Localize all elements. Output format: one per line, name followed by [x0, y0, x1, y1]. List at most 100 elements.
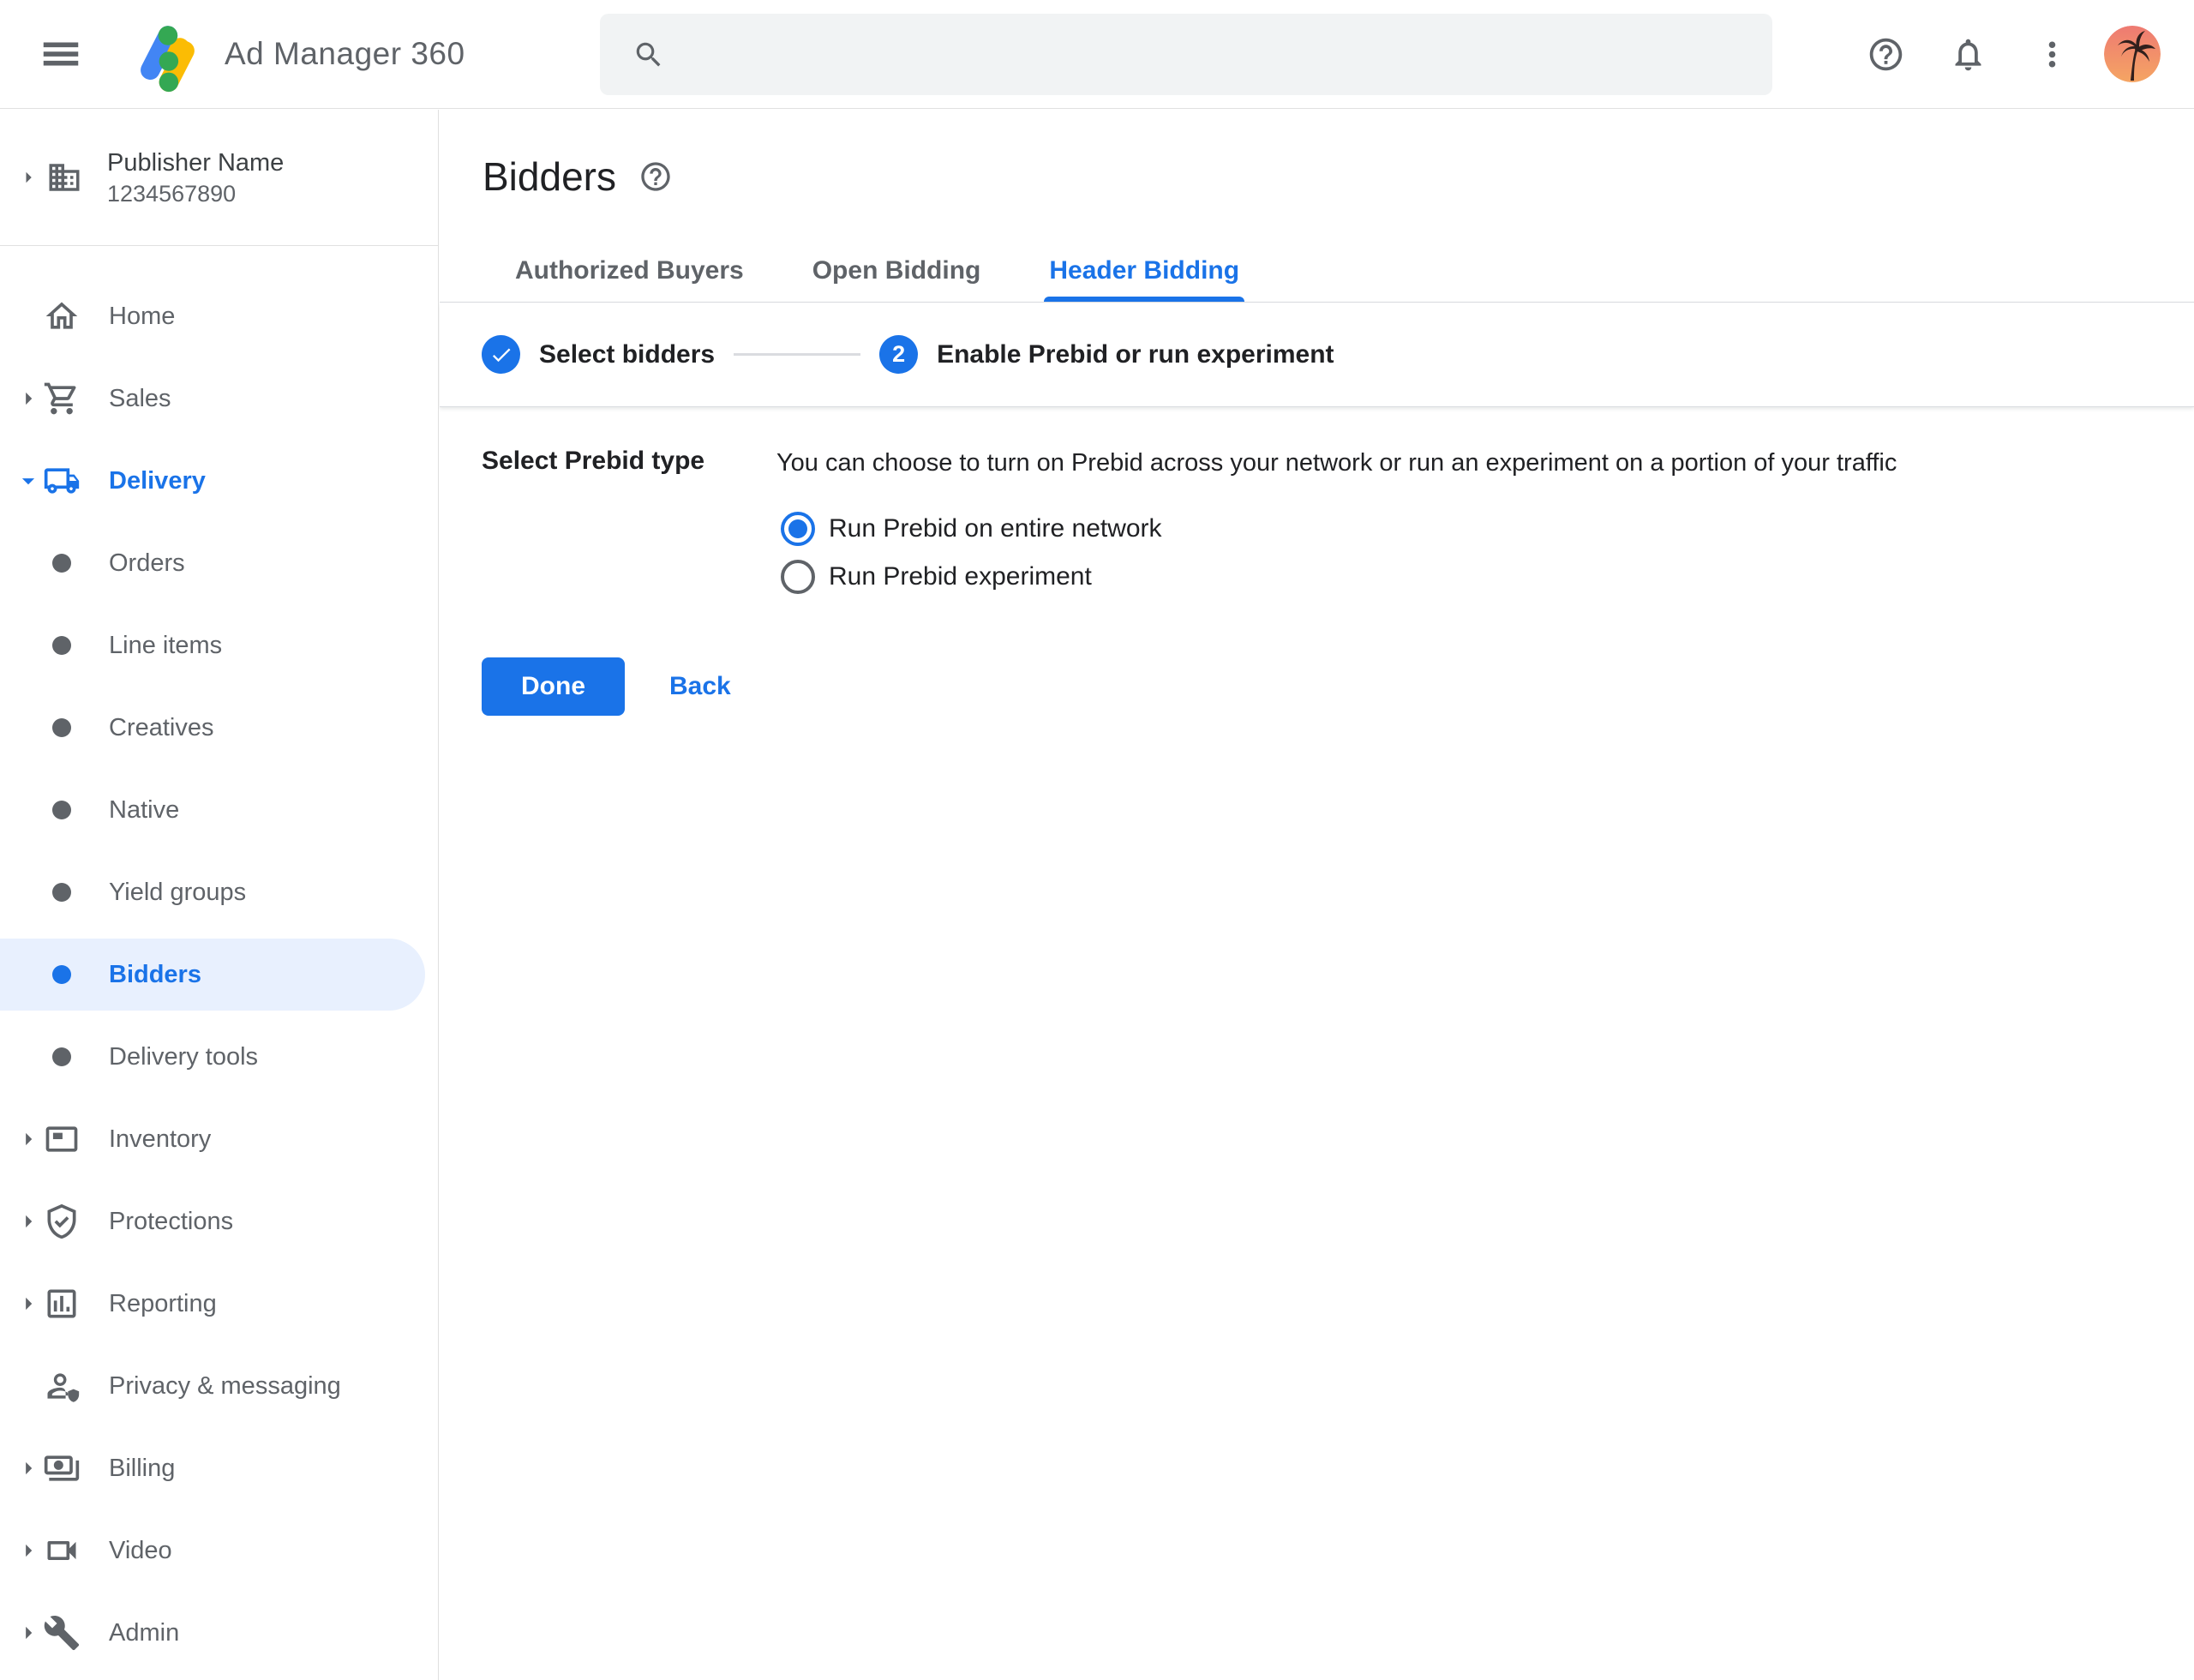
- sidebar-item-label: Protections: [109, 1208, 233, 1236]
- sidebar-item-delivery-tools[interactable]: Delivery tools: [0, 1016, 438, 1098]
- radio-dot: [788, 519, 807, 538]
- sidebar: Publisher Name 1234567890 Home Sales Deliv…: [0, 110, 439, 1680]
- cart-icon: [43, 380, 81, 417]
- bullet-icon: [52, 718, 71, 737]
- search-input[interactable]: [686, 39, 1747, 70]
- expand-arrow-icon: [14, 384, 43, 413]
- tab-header-bidding[interactable]: Header Bidding: [1015, 240, 1274, 302]
- step-connector: [734, 353, 860, 356]
- sidebar-item-label: Admin: [109, 1619, 179, 1647]
- form-label: Select Prebid type: [482, 447, 776, 476]
- top-app-bar: Ad Manager 360: [0, 0, 2194, 109]
- expand-arrow-icon: [14, 1125, 43, 1154]
- sidebar-item-billing[interactable]: Billing: [0, 1427, 438, 1509]
- sidebar-item-yield-groups[interactable]: Yield groups: [0, 851, 438, 933]
- prebid-type-radio-group: Run Prebid on entire network Run Prebid e…: [781, 505, 2143, 601]
- radio-option-label[interactable]: Run Prebid experiment: [829, 562, 1092, 591]
- step-enable-prebid-or-run-experiment: 2 Enable Prebid or run experiment: [879, 335, 1334, 374]
- sidebar-nav: Home Sales Delivery Orders Line itemsCreativ…: [0, 246, 438, 1674]
- help-icon: [1867, 35, 1905, 74]
- sidebar-item-label: Orders: [109, 549, 185, 578]
- done-button[interactable]: Done: [482, 657, 625, 716]
- sidebar-item-delivery[interactable]: Delivery: [0, 440, 438, 522]
- tab-authorized-buyers[interactable]: Authorized Buyers: [481, 240, 778, 302]
- ad-manager-logo-icon: [129, 15, 206, 93]
- payments-icon: [43, 1449, 81, 1487]
- shield-check-icon: [43, 1203, 81, 1240]
- radio-option-run-prebid-on-entire-network[interactable]: Run Prebid on entire network: [781, 505, 2143, 553]
- page-help-icon[interactable]: [638, 159, 673, 194]
- sidebar-item-label: Video: [109, 1537, 172, 1565]
- radio-option-label[interactable]: Run Prebid on entire network: [829, 514, 1162, 543]
- sidebar-item-creatives[interactable]: Creatives: [0, 687, 438, 769]
- step-check-icon: [482, 335, 520, 374]
- tab-open-bidding[interactable]: Open Bidding: [778, 240, 1016, 302]
- actions-row: Done Back: [482, 657, 2143, 716]
- menu-button[interactable]: [38, 31, 84, 77]
- search-icon: [632, 39, 665, 71]
- more-options-icon: [2033, 35, 2071, 74]
- sidebar-item-protections[interactable]: Protections: [0, 1180, 438, 1263]
- building-icon: [46, 159, 82, 195]
- main-content: Bidders Authorized BuyersOpen BiddingHea…: [440, 110, 2194, 1680]
- publisher-id: 1234567890: [107, 179, 284, 208]
- bullet-icon: [52, 554, 71, 573]
- title-row: Bidders: [483, 153, 2194, 201]
- sidebar-item-reporting[interactable]: Reporting: [0, 1263, 438, 1345]
- stepper: Select bidders 2 Enable Prebid or run expe…: [440, 303, 2194, 407]
- notifications-icon: [1949, 35, 1987, 74]
- publisher-selector[interactable]: Publisher Name 1234567890: [0, 110, 438, 246]
- expand-arrow-icon: [14, 1454, 43, 1483]
- expand-arrow-icon: [14, 1618, 43, 1647]
- sidebar-item-native[interactable]: Native: [0, 769, 438, 851]
- bullet-icon: [52, 1047, 71, 1066]
- radio-unselected-icon[interactable]: [781, 560, 815, 594]
- sidebar-item-orders[interactable]: Orders: [0, 522, 438, 604]
- person-shield-icon: [43, 1367, 81, 1405]
- video-camera-icon: [43, 1532, 81, 1569]
- expand-arrow-icon: [14, 1536, 43, 1565]
- bullet-icon: [52, 636, 71, 655]
- sidebar-item-label: Privacy & messaging: [109, 1372, 341, 1401]
- publisher-name: Publisher Name: [107, 147, 284, 179]
- sidebar-item-line-items[interactable]: Line items: [0, 604, 438, 687]
- sidebar-item-video[interactable]: Video: [0, 1509, 438, 1592]
- truck-icon: [43, 462, 81, 500]
- bullet-icon: [52, 801, 71, 819]
- app-name: Ad Manager 360: [225, 36, 465, 72]
- sidebar-item-bidders[interactable]: Bidders: [0, 933, 438, 1016]
- sidebar-item-label: Native: [109, 796, 179, 825]
- sidebar-item-sales[interactable]: Sales: [0, 357, 438, 440]
- sidebar-item-label: Inventory: [109, 1125, 211, 1154]
- step-number: 2: [879, 335, 918, 374]
- more-options-button[interactable]: [2033, 35, 2071, 74]
- sidebar-item-label: Sales: [109, 385, 171, 413]
- sidebar-item-label: Home: [109, 303, 175, 331]
- radio-option-run-prebid-experiment[interactable]: Run Prebid experiment: [781, 553, 2143, 601]
- step-select-bidders[interactable]: Select bidders: [482, 335, 715, 374]
- sidebar-item-home[interactable]: Home: [0, 275, 438, 357]
- bar-chart-icon: [43, 1285, 81, 1323]
- sidebar-item-label: Delivery: [109, 467, 206, 495]
- step-label: Enable Prebid or run experiment: [937, 340, 1334, 369]
- page-title: Bidders: [483, 153, 616, 201]
- sidebar-item-admin[interactable]: Admin: [0, 1592, 438, 1674]
- bullet-icon: [52, 965, 71, 984]
- sidebar-item-privacy-messaging[interactable]: Privacy & messaging: [0, 1345, 438, 1427]
- search-bar[interactable]: [600, 14, 1772, 95]
- expand-arrow-icon: [15, 165, 41, 190]
- sidebar-item-label: Yield groups: [109, 879, 246, 907]
- form-description: You can choose to turn on Prebid across …: [776, 447, 1897, 479]
- wrench-icon: [43, 1614, 81, 1652]
- prebid-type-section: Select Prebid type You can choose to tur…: [440, 407, 2194, 716]
- back-link[interactable]: Back: [669, 672, 731, 701]
- sidebar-item-label: Billing: [109, 1455, 175, 1483]
- collapse-arrow-icon: [14, 466, 43, 495]
- sidebar-item-inventory[interactable]: Inventory: [0, 1098, 438, 1180]
- avatar[interactable]: [2104, 26, 2161, 82]
- help-button[interactable]: [1867, 35, 1905, 74]
- notifications-button[interactable]: [1949, 35, 1987, 74]
- sidebar-item-label: Bidders: [109, 961, 201, 989]
- radio-selected-icon[interactable]: [781, 512, 815, 546]
- window-icon: [43, 1120, 81, 1158]
